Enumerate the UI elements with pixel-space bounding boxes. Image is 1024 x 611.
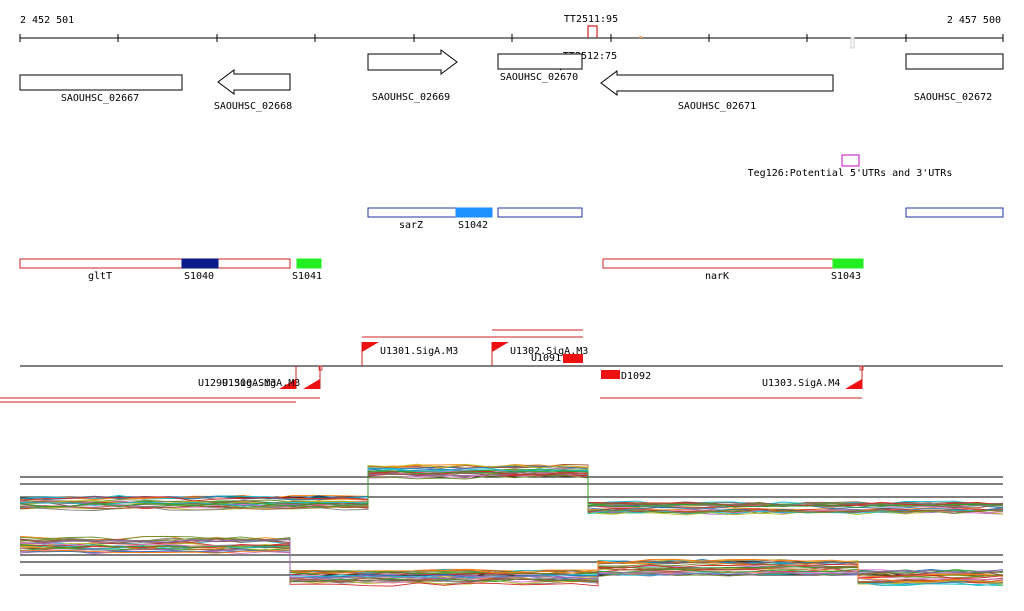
expression-track-forward bbox=[19, 463, 1004, 516]
gene-saouhsc-02669[interactable]: SAOUHSC_02669 bbox=[367, 49, 458, 103]
gene-label: SAOUHSC_02670 bbox=[500, 72, 578, 83]
promoter-u1301[interactable]: U1301.SigA.M3 bbox=[361, 342, 458, 366]
expression-track-reverse bbox=[19, 535, 1004, 587]
feature-sarz[interactable]: sarZ bbox=[367, 207, 457, 231]
gene-saouhsc-02671[interactable]: SAOUHSC_02671 bbox=[600, 70, 834, 112]
tick-mark bbox=[639, 36, 642, 38]
feature-s1042[interactable]: S1042 bbox=[455, 207, 493, 231]
promoter-label: U1091 bbox=[531, 353, 561, 364]
feature-label: gltT bbox=[88, 271, 112, 282]
feature-label: S1042 bbox=[458, 220, 488, 231]
gene-saouhsc-02667[interactable]: SAOUHSC_02667 bbox=[19, 74, 183, 104]
feature-label: S1043 bbox=[831, 271, 861, 282]
coordinate-axis: 2 452 501 2 457 500 bbox=[19, 15, 1004, 42]
annotation-track-red: gltT S1040 S1041 narK S1043 bbox=[19, 258, 864, 282]
feature-box[interactable] bbox=[905, 207, 1004, 218]
gene-saouhsc-02672[interactable]: SAOUHSC_02672 bbox=[905, 53, 1004, 103]
axis-start-label: 2 452 501 bbox=[20, 15, 74, 26]
utr-feature-teg126[interactable]: Teg126:Potential 5'UTRs and 3'UTRs bbox=[748, 154, 953, 179]
feature-label: narK bbox=[705, 271, 729, 282]
promoter-label: U1303.SigA.M4 bbox=[762, 378, 840, 389]
gene-label: SAOUHSC_02672 bbox=[914, 92, 992, 103]
promoter-d1092[interactable]: D1092 bbox=[601, 370, 651, 382]
feature-label: S1040 bbox=[184, 271, 214, 282]
promoter-u1300[interactable]: U1300.SigA.M3 bbox=[222, 365, 323, 389]
feature-gltt[interactable]: gltT bbox=[19, 258, 291, 282]
terminator-tt2511[interactable]: TT2511:95 bbox=[564, 14, 618, 38]
annotation-track-blue: sarZ S1042 bbox=[367, 207, 1004, 231]
feature-label: sarZ bbox=[399, 220, 423, 231]
promoter-u1303[interactable]: U1303.SigA.M4 bbox=[762, 365, 864, 389]
gene-saouhsc-02668[interactable]: SAOUHSC_02668 bbox=[214, 69, 292, 112]
feature-label: S1041 bbox=[292, 271, 322, 282]
promoter-label: U1301.SigA.M3 bbox=[380, 346, 458, 357]
promoter-track: U1301.SigA.M3 U1302.SigA.M3 U1091 D1092 … bbox=[0, 329, 1003, 403]
promoter-label: U1300.SigA.M3 bbox=[222, 378, 300, 389]
terminator-label: TT2511:95 bbox=[564, 14, 618, 25]
promoter-u1091[interactable]: U1091 bbox=[531, 353, 583, 364]
feature-s1040[interactable]: S1040 bbox=[181, 258, 219, 282]
gene-label: SAOUHSC_02667 bbox=[61, 93, 139, 104]
axis-end-label: 2 457 500 bbox=[947, 15, 1001, 26]
feature-s1043[interactable]: S1043 bbox=[831, 258, 864, 282]
promoter-label: D1092 bbox=[621, 371, 651, 382]
tick-mark bbox=[850, 37, 855, 49]
gene-label: SAOUHSC_02669 bbox=[372, 92, 450, 103]
genome-browser-view: 2 452 501 2 457 500 TT2511:95 TT2512:75 … bbox=[0, 14, 1004, 587]
gene-label: SAOUHSC_02668 bbox=[214, 101, 292, 112]
feature-s1041[interactable]: S1041 bbox=[292, 258, 322, 282]
utr-feature-label: Teg126:Potential 5'UTRs and 3'UTRs bbox=[748, 168, 953, 179]
gene-saouhsc-02670[interactable]: SAOUHSC_02670 bbox=[497, 53, 583, 83]
feature-nark[interactable]: narK bbox=[602, 258, 864, 282]
feature-box[interactable] bbox=[497, 207, 583, 218]
gene-label: SAOUHSC_02671 bbox=[678, 101, 756, 112]
